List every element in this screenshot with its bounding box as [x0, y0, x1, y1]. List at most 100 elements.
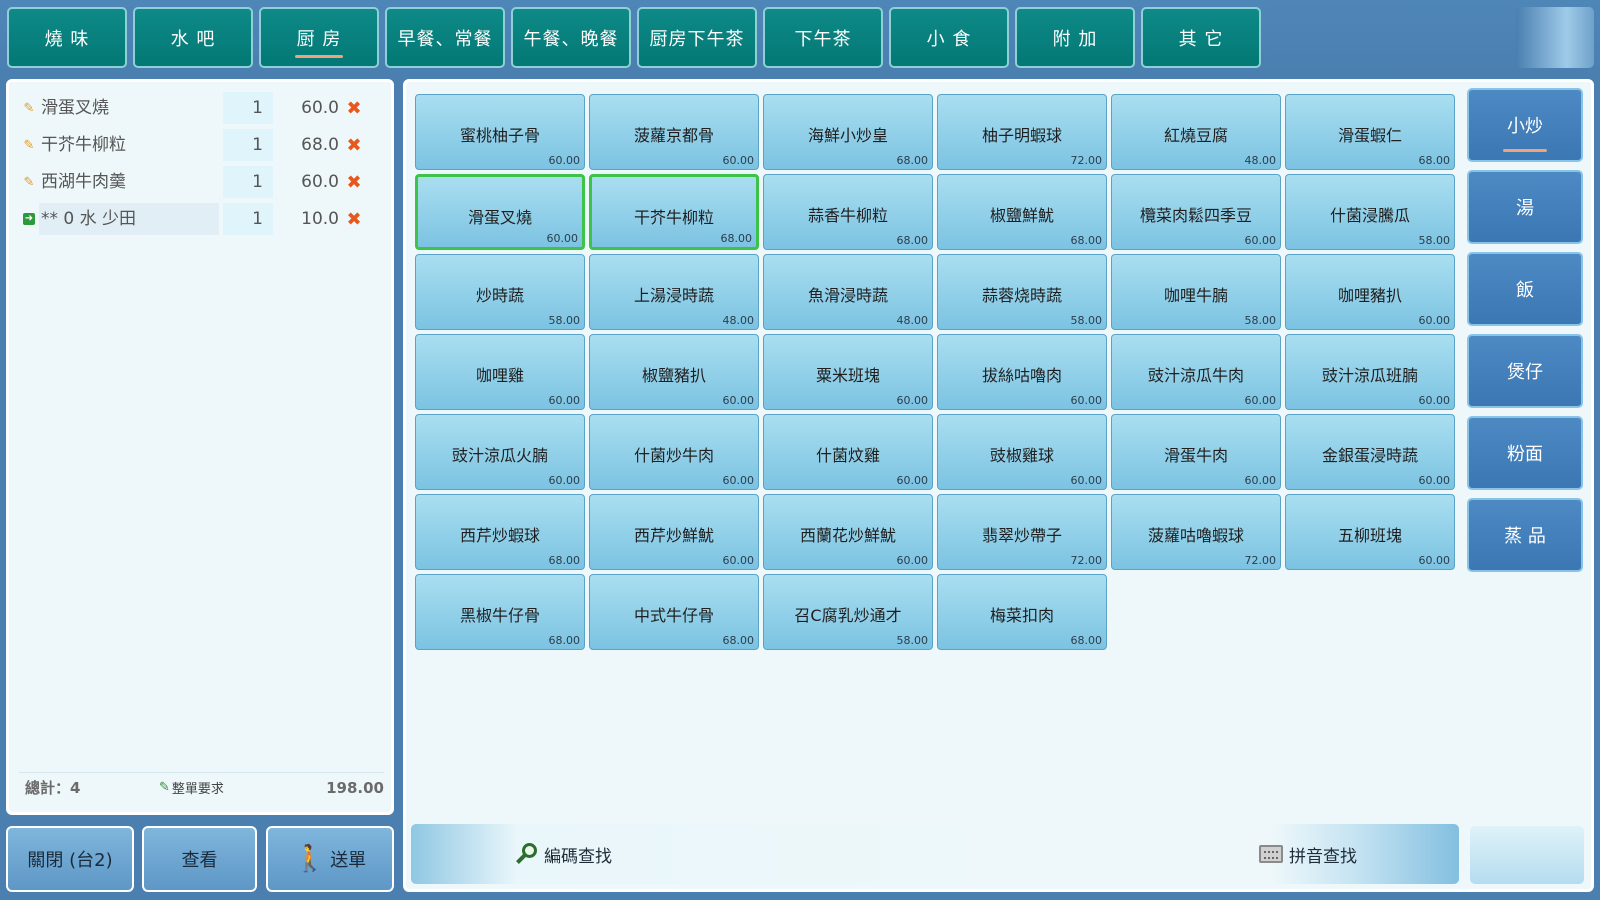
- subcategory-noodles[interactable]: 粉面: [1467, 416, 1583, 490]
- menu-item[interactable]: 滑蛋叉燒 60.00: [415, 174, 585, 250]
- menu-item[interactable]: 柚子明蝦球 72.00: [937, 94, 1107, 170]
- menu-item-price: 48.00: [1244, 154, 1277, 167]
- menu-item[interactable]: 滑蛋牛肉 60.00: [1111, 414, 1281, 490]
- delete-icon[interactable]: ✖: [343, 209, 365, 230]
- menu-item[interactable]: 豉椒雞球 60.00: [937, 414, 1107, 490]
- menu-item[interactable]: 翡翠炒帶子 72.00: [937, 494, 1107, 570]
- menu-item[interactable]: 什菌炒牛肉 60.00: [589, 414, 759, 490]
- menu-item[interactable]: 菠蘿咕嚕蝦球 72.00: [1111, 494, 1281, 570]
- code-search-button[interactable]: 編碼查找: [516, 824, 612, 884]
- edit-icon: ✎: [159, 780, 170, 795]
- menu-item-price: 60.00: [722, 394, 755, 407]
- menu-item-name: 海鮮小炒皇: [807, 126, 888, 145]
- send-order-button[interactable]: 🚶 送單: [266, 826, 394, 892]
- menu-item[interactable]: 欖菜肉鬆四季豆 60.00: [1111, 174, 1281, 250]
- tab-siu-mei[interactable]: 燒 味: [7, 7, 127, 68]
- order-item[interactable]: ✎ 滑蛋叉燒 1 60.0 ✖: [19, 92, 379, 124]
- order-request-button[interactable]: ✎ 整單要求: [159, 778, 299, 797]
- menu-item-name: 上湯浸時蔬: [633, 286, 714, 305]
- order-item[interactable]: ✎ 干芥牛柳粒 1 68.0 ✖: [19, 129, 379, 161]
- menu-item-price: 58.00: [1244, 314, 1277, 327]
- tab-snacks[interactable]: 小 食: [889, 7, 1009, 68]
- menu-item[interactable]: 咖哩雞 60.00: [415, 334, 585, 410]
- menu-item[interactable]: 咖哩豬扒 60.00: [1285, 254, 1455, 330]
- menu-item[interactable]: 菠蘿京都骨 60.00: [589, 94, 759, 170]
- subcategory-soup[interactable]: 湯: [1467, 170, 1583, 244]
- menu-item-name: 五柳班塊: [1337, 526, 1402, 545]
- menu-item[interactable]: 紅燒豆腐 48.00: [1111, 94, 1281, 170]
- tab-afternoon-tea[interactable]: 下午茶: [763, 7, 883, 68]
- menu-item[interactable]: 椒鹽鮮魷 68.00: [937, 174, 1107, 250]
- menu-item-price: 68.00: [1070, 234, 1103, 247]
- menu-item-name: 干芥牛柳粒: [633, 208, 714, 227]
- order-item[interactable]: ✎ 西湖牛肉羹 1 60.0 ✖: [19, 166, 379, 198]
- subcategory-steamed[interactable]: 蒸 品: [1467, 498, 1583, 572]
- menu-item[interactable]: 金銀蛋浸時蔬 60.00: [1285, 414, 1455, 490]
- menu-item[interactable]: 海鮮小炒皇 68.00: [763, 94, 933, 170]
- menu-item-price: 60.00: [896, 474, 929, 487]
- menu-item[interactable]: 蒜香牛柳粒 68.00: [763, 174, 933, 250]
- menu-item[interactable]: 黑椒牛仔骨 68.00: [415, 574, 585, 650]
- menu-item[interactable]: 中式牛仔骨 68.00: [589, 574, 759, 650]
- tab-water-bar[interactable]: 水 吧: [133, 7, 253, 68]
- menu-item[interactable]: 拔絲咕嚕肉 60.00: [937, 334, 1107, 410]
- bottom-corner-button[interactable]: [1470, 826, 1584, 884]
- order-item-price: 60.0: [301, 98, 339, 118]
- menu-item[interactable]: 咖哩牛腩 58.00: [1111, 254, 1281, 330]
- tab-others[interactable]: 其 它: [1141, 7, 1261, 68]
- order-item-qty[interactable]: 1: [223, 203, 273, 235]
- subcategory-stir-fry[interactable]: 小炒: [1467, 88, 1583, 162]
- tab-kitchen-afternoon-tea[interactable]: 厨房下午茶: [637, 7, 757, 68]
- menu-item-name: 粟米班塊: [815, 366, 880, 385]
- menu-item[interactable]: 梅菜扣肉 68.00: [937, 574, 1107, 650]
- order-item-qty[interactable]: 1: [223, 92, 273, 124]
- menu-item-name: 咖哩豬扒: [1337, 286, 1402, 305]
- delete-icon[interactable]: ✖: [343, 135, 365, 156]
- menu-item[interactable]: 西芹炒蝦球 68.00: [415, 494, 585, 570]
- menu-item[interactable]: 豉汁涼瓜牛肉 60.00: [1111, 334, 1281, 410]
- menu-item-name: 豉汁涼瓜牛肉: [1147, 366, 1244, 385]
- menu-item[interactable]: 豉汁涼瓜班腩 60.00: [1285, 334, 1455, 410]
- menu-item[interactable]: 蜜桃柚子骨 60.00: [415, 94, 585, 170]
- tab-lunch-dinner[interactable]: 午餐、晚餐: [511, 7, 631, 68]
- menu-item[interactable]: 召C腐乳炒通才 58.00: [763, 574, 933, 650]
- menu-item[interactable]: 上湯浸時蔬 48.00: [589, 254, 759, 330]
- menu-item[interactable]: 什菌浸騰瓜 58.00: [1285, 174, 1455, 250]
- menu-item-price: 58.00: [1070, 314, 1103, 327]
- close-table-button[interactable]: 關閉 (台2): [6, 826, 134, 892]
- menu-item[interactable]: 蒜蓉烧時蔬 58.00: [937, 254, 1107, 330]
- delete-icon[interactable]: ✖: [343, 172, 365, 193]
- menu-item-price: 60.00: [548, 474, 581, 487]
- menu-item[interactable]: 炒時蔬 58.00: [415, 254, 585, 330]
- menu-item[interactable]: 干芥牛柳粒 68.00: [589, 174, 759, 250]
- menu-item[interactable]: 什菌炆雞 60.00: [763, 414, 933, 490]
- menu-item-name: 西芹炒蝦球: [459, 526, 540, 545]
- send-order-label: 送單: [330, 850, 367, 871]
- menu-item-name: 梅菜扣肉: [989, 606, 1054, 625]
- menu-item-name: 什菌浸騰瓜: [1329, 206, 1410, 225]
- menu-item[interactable]: 西芹炒鮮魷 60.00: [589, 494, 759, 570]
- tab-kitchen[interactable]: 厨 房: [259, 7, 379, 68]
- tab-breakfast[interactable]: 早餐、常餐: [385, 7, 505, 68]
- menu-item[interactable]: 西蘭花炒鮮魷 60.00: [763, 494, 933, 570]
- order-item[interactable]: ➜ ** 0 水 少田 1 10.0 ✖: [19, 203, 379, 235]
- menu-item[interactable]: 五柳班塊 60.00: [1285, 494, 1455, 570]
- subcategory-claypot[interactable]: 煲仔: [1467, 334, 1583, 408]
- order-item-price: 60.0: [301, 172, 339, 192]
- order-item-qty[interactable]: 1: [223, 166, 273, 198]
- menu-item[interactable]: 滑蛋蝦仁 68.00: [1285, 94, 1455, 170]
- menu-item-price: 60.00: [1244, 234, 1277, 247]
- view-button[interactable]: 查看: [142, 826, 257, 892]
- pinyin-search-button[interactable]: 拼音查找: [1259, 824, 1357, 884]
- menu-item[interactable]: 椒鹽豬扒 60.00: [589, 334, 759, 410]
- magnifier-icon: [516, 843, 538, 865]
- delete-icon[interactable]: ✖: [343, 98, 365, 119]
- menu-item-price: 60.00: [1418, 314, 1451, 327]
- subcategory-rice[interactable]: 飯: [1467, 252, 1583, 326]
- menu-item[interactable]: 豉汁涼瓜火腩 60.00: [415, 414, 585, 490]
- menu-item[interactable]: 魚滑浸時蔬 48.00: [763, 254, 933, 330]
- top-corner-button[interactable]: [1516, 7, 1594, 68]
- order-item-qty[interactable]: 1: [223, 129, 273, 161]
- tab-extras[interactable]: 附 加: [1015, 7, 1135, 68]
- menu-item[interactable]: 粟米班塊 60.00: [763, 334, 933, 410]
